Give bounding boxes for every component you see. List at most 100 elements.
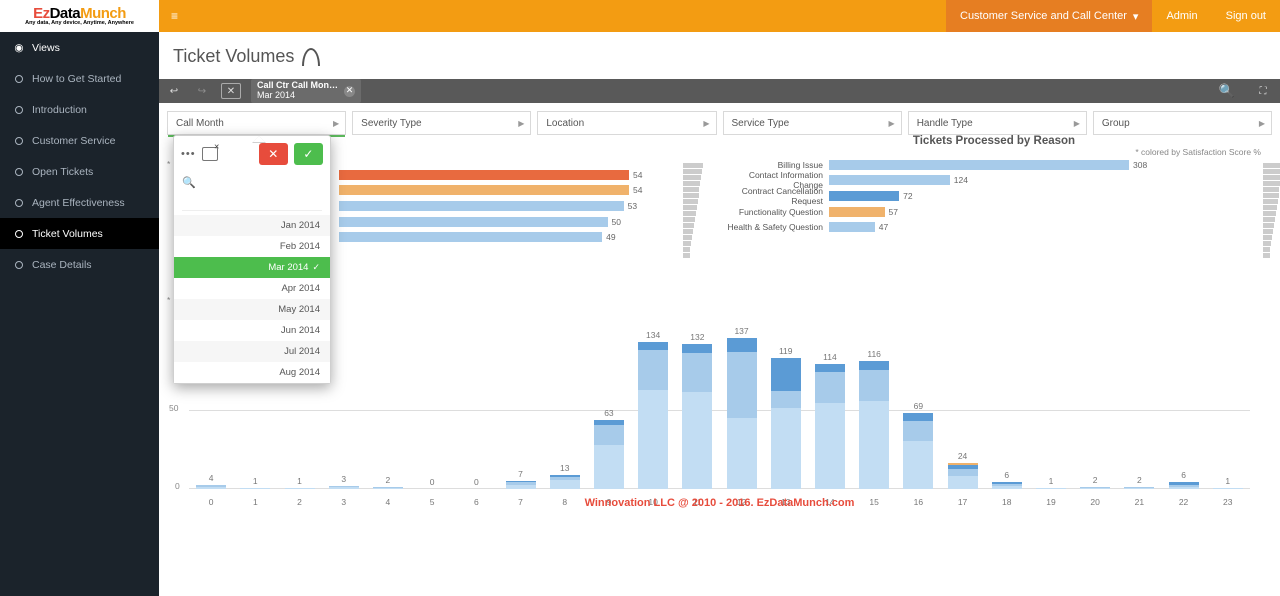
forward-icon[interactable]: ↪ bbox=[193, 83, 211, 99]
minimap-right[interactable] bbox=[1263, 163, 1280, 269]
chart-left-hbar[interactable]: 5454535049 bbox=[339, 167, 699, 245]
sidebar-item-how-to-get-started[interactable]: How to Get Started bbox=[0, 63, 159, 94]
month-option[interactable]: Mar 2014✓ bbox=[174, 257, 330, 278]
filter-label: Severity Type bbox=[361, 118, 421, 129]
clear-icon[interactable] bbox=[202, 147, 218, 161]
reason-label: Contract Cancellation Request bbox=[719, 186, 829, 206]
chart-hourly[interactable]: 0 50 41132007136313413213711911411669246… bbox=[189, 311, 1250, 511]
hour-col[interactable]: 0 bbox=[410, 311, 454, 489]
page-title: Ticket Volumes bbox=[159, 32, 1280, 79]
clear-selection-icon[interactable]: ✕ bbox=[221, 83, 241, 99]
month-picker-popup: ••• ✕ ✓ 🔍 Jan 2014 Feb 2014 Mar 2014✓Apr 2… bbox=[173, 135, 331, 384]
admin-link[interactable]: Admin bbox=[1152, 10, 1211, 22]
hour-col[interactable]: 1 bbox=[1206, 311, 1250, 489]
workspace-label: Customer Service and Call Center bbox=[960, 10, 1127, 22]
reason-row[interactable]: Health & Safety Question47 bbox=[719, 219, 1269, 235]
month-option[interactable]: Jul 2014 bbox=[174, 341, 330, 362]
month-option[interactable]: Aug 2014 bbox=[174, 362, 330, 383]
signout-link[interactable]: Sign out bbox=[1212, 10, 1280, 22]
filter-service-type[interactable]: Service Type▶ bbox=[723, 111, 902, 135]
month-option-label: Feb 2014 bbox=[280, 241, 320, 252]
chart-reason[interactable]: Tickets Processed by Reason * colored by… bbox=[719, 135, 1269, 235]
ytick-50: 50 bbox=[169, 403, 178, 413]
caret-right-icon: ▶ bbox=[1259, 119, 1265, 128]
filter-severity-type[interactable]: Severity Type▶ bbox=[352, 111, 531, 135]
month-option[interactable]: Jun 2014 bbox=[174, 320, 330, 341]
check-icon: ✓ bbox=[312, 262, 320, 273]
filter-handle-type[interactable]: Handle Type▶ bbox=[908, 111, 1087, 135]
content: Ticket Volumes ↩ ↪ ✕ Call Ctr Call Mon… … bbox=[159, 32, 1280, 596]
sidebar-item-introduction[interactable]: Introduction bbox=[0, 94, 159, 125]
hour-col[interactable]: 6 bbox=[1161, 311, 1205, 489]
sidebar-item-open-tickets[interactable]: Open Tickets bbox=[0, 156, 159, 187]
hour-col[interactable]: 116 bbox=[852, 311, 896, 489]
sidebar-item-label: Agent Effectiveness bbox=[32, 197, 125, 209]
circle-icon bbox=[14, 167, 24, 177]
dashboard-icon: ◉ bbox=[14, 43, 24, 53]
hour-col[interactable]: 7 bbox=[498, 311, 542, 489]
minimap-left[interactable] bbox=[683, 163, 705, 269]
hour-col[interactable]: 137 bbox=[719, 311, 763, 489]
back-icon[interactable]: ↩ bbox=[165, 83, 183, 99]
hour-col[interactable]: 0 bbox=[454, 311, 498, 489]
hour-col[interactable]: 2 bbox=[1117, 311, 1161, 489]
month-option[interactable]: Jan 2014 bbox=[174, 215, 330, 236]
hour-col[interactable]: 134 bbox=[631, 311, 675, 489]
caret-right-icon: ▶ bbox=[703, 119, 709, 128]
sidebar-item-label: Customer Service bbox=[32, 135, 115, 147]
more-icon[interactable]: ••• bbox=[181, 148, 196, 160]
sidebar-item-label: Case Details bbox=[32, 259, 92, 271]
reason-label: Billing Issue bbox=[719, 160, 829, 170]
hour-col[interactable]: 13 bbox=[543, 311, 587, 489]
filter-group[interactable]: Group▶ bbox=[1093, 111, 1272, 135]
logo: EzDataMunch Any data, Any device, Anytim… bbox=[0, 0, 159, 32]
workspace-dropdown[interactable]: Customer Service and Call Center ▾ bbox=[946, 0, 1152, 32]
circle-icon bbox=[14, 105, 24, 115]
filter-label: Call Month bbox=[176, 118, 224, 129]
hamburger-icon[interactable]: ≡ bbox=[159, 9, 190, 23]
hour-col[interactable]: 63 bbox=[587, 311, 631, 489]
caret-right-icon: ▶ bbox=[333, 119, 339, 128]
hour-col[interactable]: 69 bbox=[896, 311, 940, 489]
caret-right-icon: ▶ bbox=[1074, 119, 1080, 128]
sidebar-item-ticket-volumes[interactable]: Ticket Volumes bbox=[0, 218, 159, 249]
hour-col[interactable]: 119 bbox=[764, 311, 808, 489]
filter-row: Call Month▶Severity Type▶Location▶Servic… bbox=[159, 103, 1280, 135]
popup-search: 🔍 bbox=[174, 172, 330, 215]
reason-row[interactable]: Contract Cancellation Request72 bbox=[719, 188, 1269, 204]
gauge-icon bbox=[302, 48, 320, 66]
sidebar-item-label: Ticket Volumes bbox=[32, 228, 103, 240]
hour-col[interactable]: 1 bbox=[1029, 311, 1073, 489]
month-option[interactable]: May 2014 bbox=[174, 299, 330, 320]
sidebar-item-case-details[interactable]: Case Details bbox=[0, 249, 159, 280]
topbar: EzDataMunch Any data, Any device, Anytim… bbox=[0, 0, 1280, 32]
sidebar-item-agent-effectiveness[interactable]: Agent Effectiveness bbox=[0, 187, 159, 218]
sidebar-header[interactable]: ◉ Views bbox=[0, 32, 159, 63]
month-option[interactable]: Apr 2014 bbox=[174, 278, 330, 299]
crumb-remove-icon[interactable]: ✕ bbox=[344, 86, 355, 97]
confirm-button[interactable]: ✓ bbox=[294, 143, 323, 165]
expand-icon[interactable]: ⛶ bbox=[1254, 83, 1272, 99]
sidebar-item-customer-service[interactable]: Customer Service bbox=[0, 125, 159, 156]
popup-search-input[interactable] bbox=[182, 189, 322, 211]
charts-area: * c * c 5454535049 Tickets Processed by … bbox=[159, 135, 1280, 515]
hour-col[interactable]: 2 bbox=[1073, 311, 1117, 489]
hour-col[interactable]: 132 bbox=[675, 311, 719, 489]
filter-location[interactable]: Location▶ bbox=[537, 111, 716, 135]
circle-icon bbox=[14, 260, 24, 270]
month-option[interactable]: Feb 2014 bbox=[174, 236, 330, 257]
chevron-down-icon: ▾ bbox=[1133, 10, 1139, 23]
hour-col[interactable]: 2 bbox=[366, 311, 410, 489]
selection-crumb[interactable]: Call Ctr Call Mon… Mar 2014 ✕ bbox=[251, 79, 361, 103]
page-title-text: Ticket Volumes bbox=[173, 46, 294, 67]
ytick-0: 0 bbox=[175, 481, 180, 491]
cancel-button[interactable]: ✕ bbox=[259, 143, 288, 165]
crumb-value: Mar 2014 bbox=[257, 91, 338, 101]
reason-label: Functionality Question bbox=[719, 207, 829, 217]
reason-row[interactable]: Functionality Question57 bbox=[719, 204, 1269, 220]
hour-col[interactable]: 24 bbox=[940, 311, 984, 489]
hour-col[interactable]: 114 bbox=[808, 311, 852, 489]
search-icon[interactable]: 🔍 bbox=[1218, 83, 1236, 99]
month-option-label: Jul 2014 bbox=[284, 346, 320, 357]
hour-col[interactable]: 6 bbox=[985, 311, 1029, 489]
